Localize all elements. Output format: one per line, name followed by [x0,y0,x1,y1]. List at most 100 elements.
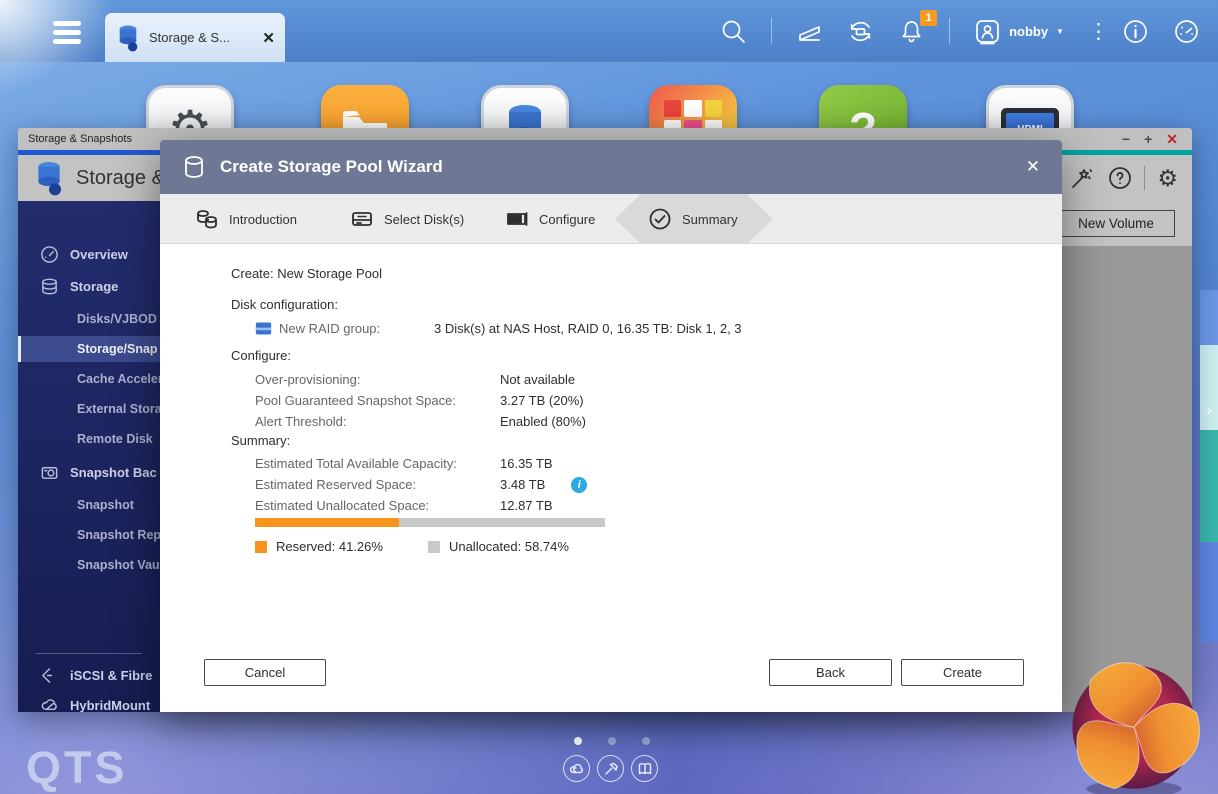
row-label: Estimated Reserved Space: [255,477,500,492]
gauge-icon [40,245,59,264]
reserved-legend-swatch [255,541,267,553]
summary-row: Over-provisioning: Not available [231,369,1062,390]
summary-row: Alert Threshold: Enabled (80%) [231,411,1062,432]
sidebar-item-disks-vjbod[interactable]: Disks/VJBOD [18,306,160,332]
search-icon[interactable] [720,18,747,45]
create-storage-pool-wizard-dialog: Create Storage Pool Wizard ✕ Introductio… [160,140,1062,712]
row-value: Not available [500,372,575,387]
sidebar-item-remote-disk[interactable]: Remote Disk [18,426,160,452]
storage-cylinder-icon [115,24,141,52]
wizard-wand-icon[interactable] [1070,166,1094,190]
step-label: Select Disk(s) [384,212,464,227]
sidebar-item-hybridmount[interactable]: HybridMount [18,692,160,712]
notifications-bell-icon[interactable]: 1 [898,18,925,45]
create-line: Create: New Storage Pool [231,265,1062,283]
sidebar-item-storage[interactable]: Storage [18,273,160,299]
sidebar-item-label: Snapshot Bac [70,465,157,480]
step-configure[interactable]: Configure [505,194,595,244]
user-icon [974,18,1001,45]
sidebar-item-label: Overview [70,247,128,262]
utilities-hammer-icon[interactable] [597,755,624,782]
taskbar: Storage & S... ✕ 1 nobby [0,0,1218,62]
sidebar-item-label: HybridMount [70,698,150,713]
external-device-icon[interactable] [847,18,874,45]
unallocated-legend-label: Unallocated: 58.74% [449,539,569,554]
row-label: Alert Threshold: [255,414,500,429]
step-introduction[interactable]: Introduction [195,194,297,244]
sidebar-item-cache-acceleration[interactable]: Cache Acceler [18,366,160,392]
tutorials-book-icon[interactable] [631,755,658,782]
info-icon[interactable]: i [571,477,587,493]
sidebar-item-label: Cache Acceler [77,372,160,386]
create-button[interactable]: Create [901,659,1024,686]
configure-heading: Configure: [231,347,1062,365]
row-value: 3.27 TB (20%) [500,393,584,408]
sidebar-item-snapshot-replica[interactable]: Snapshot Rep [18,522,160,548]
camera-icon [40,463,59,482]
username: nobby [1009,24,1048,39]
raid-disk-icon [255,321,272,336]
chevron-right-icon[interactable]: › [1200,395,1218,425]
help-icon[interactable] [1108,166,1132,190]
row-value: 12.87 TB [500,498,553,513]
sidebar-item-label: Storage [70,279,118,294]
desktop-page-dots[interactable] [574,737,650,745]
sidebar-item-overview[interactable]: Overview [18,241,160,267]
row-label: Over-provisioning: [255,372,500,387]
edge-tile-teal [1200,430,1218,542]
tab-close-icon[interactable]: ✕ [262,29,275,47]
step-summary[interactable]: Summary [648,194,738,244]
dialog-title: Create Storage Pool Wizard [220,157,1012,177]
user-menu[interactable]: nobby ▼ [974,18,1064,45]
main-menu-icon[interactable] [53,17,81,48]
sidebar-item-snapshot-vault[interactable]: Snapshot Vau [18,552,160,578]
dialog-close-icon[interactable]: ✕ [1026,157,1040,177]
summary-row: Estimated Unallocated Space: 12.87 TB [231,495,1062,516]
settings-gear-icon[interactable]: ⚙ [1157,167,1178,190]
info-circle-icon[interactable] [1122,18,1149,45]
sidebar-item-label: Snapshot [77,498,134,512]
tab-label: Storage & S... [149,30,254,45]
sidebar-item-storage-snapshots[interactable]: Storage/Snap [18,336,160,362]
pools-icon [195,207,219,231]
qnap-spiral-logo [1056,660,1212,794]
sidebar-item-label: Remote Disk [77,432,153,446]
summary-row: Estimated Total Available Capacity: 16.3… [231,453,1062,474]
taskbar-tab-storage-snapshots[interactable]: Storage & S... ✕ [105,13,285,62]
cancel-button[interactable]: Cancel [204,659,326,686]
more-options-icon[interactable]: ⋮ [1088,27,1098,36]
pool-cylinder-icon [182,155,206,179]
page-dot[interactable] [642,737,650,745]
back-button[interactable]: Back [769,659,892,686]
check-circle-icon [648,207,672,231]
disk-configuration-heading: Disk configuration: [231,296,1062,314]
dashboard-gauge-icon[interactable] [1173,18,1200,45]
maximize-button[interactable]: + [1144,131,1152,148]
sidebar-item-label: Disks/VJBOD [77,312,157,326]
summary-heading: Summary: [231,432,1062,450]
summary-row: Estimated Reserved Space: 3.48 TB i [231,474,1062,495]
progress-legend: Reserved: 41.26% Unallocated: 58.74% [255,539,1062,554]
chevron-down-icon: ▼ [1056,27,1064,36]
page-dot[interactable] [608,737,616,745]
taskbar-divider [771,18,772,44]
raid-group-value: 3 Disk(s) at NAS Host, RAID 0, 16.35 TB:… [434,321,742,336]
window-close-button[interactable]: ✕ [1166,131,1178,148]
sidebar-item-snapshot-backup[interactable]: Snapshot Bac [18,459,160,485]
sidebar-item-label: Snapshot Vau [77,558,160,572]
minimize-button[interactable]: − [1122,131,1130,148]
sidebar-item-label: Snapshot Rep [77,528,160,542]
qts-logo: QTS [26,742,128,794]
new-volume-button[interactable]: New Volume [1057,210,1175,237]
edge-tile-blue [1200,290,1218,345]
sidebar-item-external-storage[interactable]: External Stora [18,396,160,422]
iscsi-icon [40,666,59,685]
sidebar-item-label: Storage/Snap [77,342,158,356]
myqnapcloud-icon[interactable] [563,755,590,782]
sidebar-item-snapshot[interactable]: Snapshot [18,492,160,518]
taskbar-divider [949,18,950,44]
step-select-disks[interactable]: Select Disk(s) [350,194,464,244]
page-dot-active[interactable] [574,737,582,745]
background-tasks-icon[interactable] [796,18,823,45]
sidebar-item-iscsi-fibre[interactable]: iSCSI & Fibre [18,662,160,688]
